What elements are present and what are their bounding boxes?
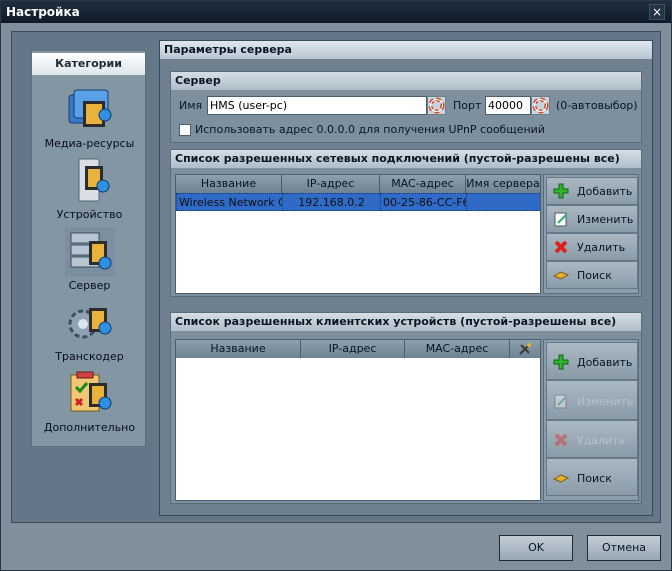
edit-icon [554,212,567,227]
lifebuoy-icon [428,97,445,114]
name-label: Имя [179,99,203,112]
port-input[interactable]: 40000 [485,96,531,115]
delete-button[interactable]: Удалить [546,233,638,261]
add-button[interactable]: Добавить [546,177,638,205]
lifebuoy-icon [532,97,549,114]
title-bar: Настройка [1,1,671,23]
column-name[interactable]: Название [176,175,282,193]
cell-server-name [466,193,540,211]
port-label: Порт [453,99,482,112]
network-connections-group: Список разрешенных сетевых подключений (… [170,149,642,297]
search-button[interactable]: Поиск [546,261,638,289]
server-params-panel: Параметры сервера Сервер Имя HMS (user-p… [159,40,653,516]
column-settings[interactable] [510,340,540,358]
cell-mac: 00-25-86-CC-F6-D8 [380,193,466,211]
column-ip[interactable]: IP-адрес [282,175,380,193]
additional-icon [65,369,115,419]
table-header: Название IP-адрес MAC-адрес [176,340,540,358]
edit-icon [554,394,567,409]
close-button[interactable]: × [649,4,665,20]
client-buttons: Добавить Изменить Удалить Поиск [543,339,639,501]
column-mac[interactable]: MAC-адрес [405,340,510,358]
column-server-name[interactable]: Имя сервера [466,175,540,193]
table-row[interactable]: Wireless Network Connection 192.168.0.2 … [176,193,540,211]
category-additional[interactable]: Дополнительно [34,369,145,437]
category-label: Дополнительно [43,421,136,434]
settings-window: Настройка × Категории Медиа-ресурсы Устр… [0,0,672,571]
client-devices-group: Список разрешенных клиентских устройств … [170,312,642,504]
cell-name: Wireless Network Connection [176,193,282,211]
category-label: Транскодер [55,350,124,363]
cell-ip: 192.168.0.2 [282,193,380,211]
add-button[interactable]: Добавить [546,342,638,380]
categories-panel: Категории Медиа-ресурсы Устройство Серве… [31,50,146,447]
tools-icon [519,343,531,355]
server-group: Сервер Имя HMS (user-pc) Порт 40000 (0-а… [170,71,642,143]
column-ip[interactable]: IP-адрес [301,340,405,358]
category-device[interactable]: Устройство [34,156,145,224]
port-hint: (0-автовыбор) [556,99,638,112]
main-area: Категории Медиа-ресурсы Устройство Серве… [11,31,661,523]
plus-icon [553,183,569,199]
search-icon [553,271,569,280]
column-name[interactable]: Название [176,340,301,358]
port-reset-button[interactable] [531,96,550,115]
media-resources-icon [65,85,115,135]
window-title: Настройка [6,5,80,19]
category-label: Устройство [56,208,123,221]
plus-icon [553,354,569,370]
network-buttons: Добавить Изменить Удалить Поиск [543,174,639,294]
table-header: Название IP-адрес MAC-адрес Имя сервера [176,175,540,193]
network-connections-title: Список разрешенных сетевых подключений (… [171,150,641,168]
server-group-title: Сервер [171,72,641,90]
search-icon [553,474,569,483]
delete-icon [554,240,568,254]
delete-icon [554,433,568,447]
device-icon [65,156,115,206]
category-server[interactable]: Сервер [34,227,145,295]
search-button[interactable]: Поиск [546,458,638,496]
edit-button[interactable]: Изменить [546,380,638,420]
ok-button[interactable]: OK [499,535,573,561]
category-label: Сервер [68,279,111,292]
client-devices-title: Список разрешенных клиентских устройств … [171,313,641,331]
network-connections-table[interactable]: Название IP-адрес MAC-адрес Имя сервера … [175,174,541,294]
column-mac[interactable]: MAC-адрес [380,175,466,193]
category-transcoder[interactable]: Транскодер [34,298,145,366]
upnp-checkbox-label: Использовать адрес 0.0.0.0 для получения… [195,123,545,136]
server-name-input[interactable]: HMS (user-pc) [207,96,427,115]
client-devices-table[interactable]: Название IP-адрес MAC-адрес [175,339,541,501]
edit-button[interactable]: Изменить [546,205,638,233]
cancel-button[interactable]: Отмена [587,535,661,561]
category-label: Медиа-ресурсы [44,137,135,150]
category-media-resources[interactable]: Медиа-ресурсы [34,85,145,153]
name-reset-button[interactable] [427,96,446,115]
delete-button[interactable]: Удалить [546,420,638,458]
categories-header: Категории [32,53,145,75]
server-params-title: Параметры сервера [160,41,652,59]
transcoder-icon [65,298,115,348]
upnp-checkbox[interactable] [179,124,191,136]
server-icon [65,227,115,277]
